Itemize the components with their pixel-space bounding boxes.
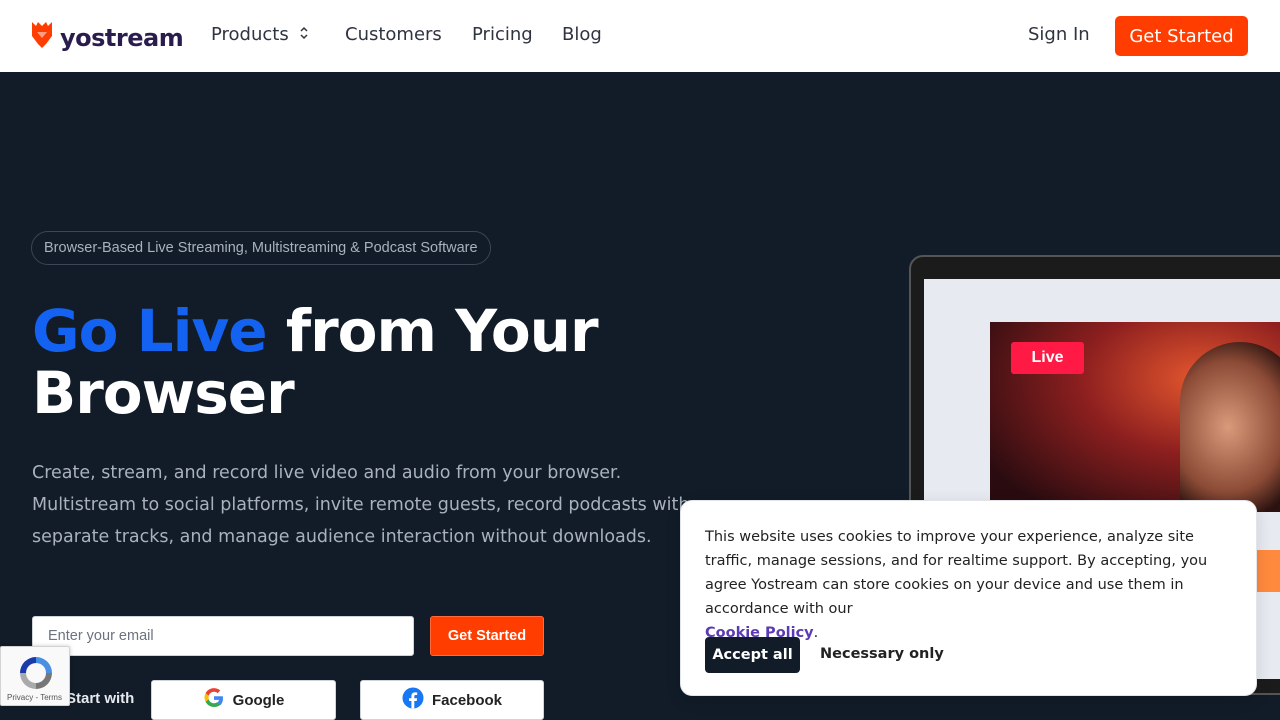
cookie-period: .: [813, 625, 819, 641]
nav-pricing[interactable]: Pricing: [472, 24, 533, 45]
top-navbar: yostream Products Customers Pricing Blog…: [0, 0, 1280, 72]
cookie-text: This website uses cookies to improve you…: [705, 525, 1235, 645]
google-icon: [203, 687, 233, 713]
cookie-message: This website uses cookies to improve you…: [705, 529, 1208, 617]
cookie-banner: This website uses cookies to improve you…: [680, 500, 1257, 696]
necessary-only-button[interactable]: Necessary only: [820, 646, 944, 662]
get-started-nav-button[interactable]: Get Started: [1115, 16, 1248, 56]
email-input[interactable]: [32, 616, 414, 656]
hero-description: Create, stream, and record live video an…: [32, 463, 690, 547]
nav-products-label: Products: [211, 24, 289, 45]
google-signin-button[interactable]: Google: [151, 680, 336, 720]
google-label: Google: [232, 691, 285, 709]
nav-blog[interactable]: Blog: [562, 24, 602, 45]
get-started-hero-button[interactable]: Get Started: [430, 616, 544, 656]
nav-products[interactable]: Products: [211, 24, 309, 45]
hero-tagline-pill: Browser-Based Live Streaming, Multistrea…: [31, 231, 491, 265]
chevron-up-down-icon: [299, 24, 309, 45]
logo-text: yostream: [60, 23, 184, 52]
hero-headline: Go Live from Your Browser: [32, 300, 652, 424]
facebook-signin-button[interactable]: Facebook: [360, 680, 544, 720]
facebook-icon: [402, 687, 432, 713]
recaptcha-text[interactable]: Privacy - Terms: [7, 693, 62, 702]
nav-customers[interactable]: Customers: [345, 24, 442, 45]
accept-all-button[interactable]: Accept all: [705, 637, 800, 673]
headline-accent: Go Live: [32, 297, 268, 365]
streamer-image: [1180, 342, 1280, 512]
start-with-label: Start with: [66, 690, 135, 707]
yostream-logo-icon: [30, 20, 54, 55]
sign-in-link[interactable]: Sign In: [1028, 24, 1090, 45]
facebook-label: Facebook: [431, 691, 503, 709]
recaptcha-badge[interactable]: Privacy - Terms: [0, 646, 70, 706]
live-badge: Live: [1011, 342, 1084, 374]
logo[interactable]: yostream: [30, 20, 184, 55]
